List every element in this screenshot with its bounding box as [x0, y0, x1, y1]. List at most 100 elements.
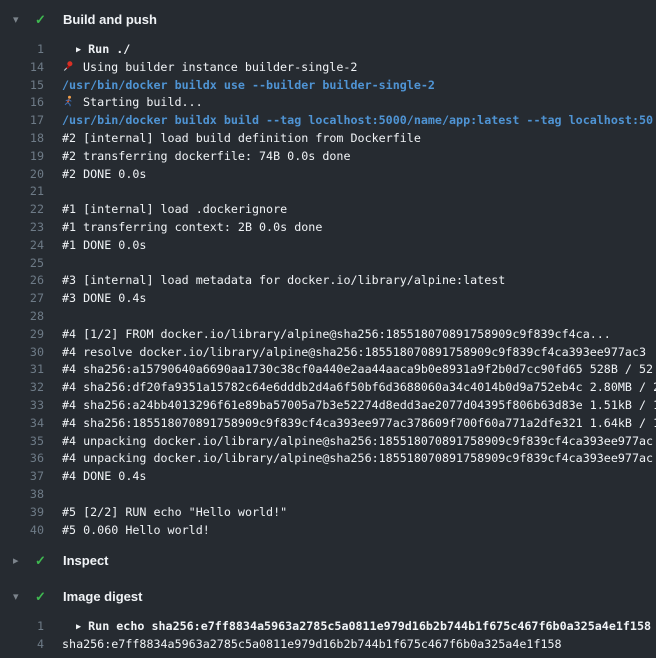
- log-line: 17/usr/bin/docker buildx build --tag loc…: [0, 112, 656, 130]
- chevron-right-icon[interactable]: ▸: [13, 551, 25, 571]
- log-line: 21: [0, 183, 656, 201]
- line-number: 1: [0, 618, 44, 636]
- section-header-image-digest[interactable]: ▾ ✓ Image digest: [0, 587, 656, 607]
- log-line: 16 Starting build...: [0, 94, 656, 112]
- section-build-and-push: ▾✓Build and push1▶Run ./14Using builder …: [0, 10, 656, 539]
- log-text-content: #4 sha256:a24bb4013296f61e89ba57005a7b3e…: [62, 398, 656, 412]
- log-text: #1 [internal] load .dockerignore: [62, 201, 287, 219]
- line-number: 29: [0, 326, 44, 344]
- log-text-content: #4 resolve docker.io/library/alpine@sha2…: [62, 345, 646, 359]
- log-line: 26#3 [internal] load metadata for docker…: [0, 272, 656, 290]
- expand-marker-icon[interactable]: ▶: [76, 619, 81, 636]
- log-text: #4 [1/2] FROM docker.io/library/alpine@s…: [62, 326, 611, 344]
- line-number: 39: [0, 504, 44, 522]
- line-number: 33: [0, 397, 44, 415]
- log-line: 18 #2 [internal] load build definition fr…: [0, 130, 656, 148]
- log-line: 1 ▶ Run echo sha256:e7ff8834a5963a2785c5a0…: [0, 618, 656, 636]
- line-number: 14: [0, 59, 44, 77]
- log-text-content: /usr/bin/docker buildx build --tag local…: [62, 113, 653, 127]
- line-number: 20: [0, 166, 44, 184]
- log-line: 22#1 [internal] load .dockerignore: [0, 201, 656, 219]
- line-number: 16: [0, 94, 44, 112]
- log-line: 15/usr/bin/docker buildx use --builder b…: [0, 77, 656, 95]
- log-text: #3 [internal] load metadata for docker.i…: [62, 272, 505, 290]
- log-line: 33 #4 sha256:a24bb4013296f61e89ba57005a7b…: [0, 397, 656, 415]
- log-text-content: #2 [internal] load build definition from…: [62, 131, 421, 145]
- log-text-content: #4 sha256:a15790640a6690aa1730c38cf0a440…: [62, 362, 653, 376]
- log-text: #4 DONE 0.4s: [62, 468, 146, 486]
- log-text-content: #1 transferring context: 2B 0.0s done: [62, 220, 322, 234]
- log-line: 24 #1 DONE 0.0s: [0, 237, 656, 255]
- log-text-content: #4 DONE 0.4s: [62, 469, 146, 483]
- log-text: /usr/bin/docker buildx use --builder bui…: [62, 77, 435, 95]
- log-text-content: #4 [1/2] FROM docker.io/library/alpine@s…: [62, 327, 611, 341]
- log-line: 36 #4 unpacking docker.io/library/alpine@…: [0, 450, 656, 468]
- log-text: Using builder instance builder-single-2: [62, 59, 357, 77]
- log-text-content: Using builder instance builder-single-2: [83, 60, 357, 74]
- log-text-content: Run echo sha256:e7ff8834a5963a2785c5a081…: [88, 619, 651, 633]
- line-number: 24: [0, 237, 44, 255]
- section-header-inspect[interactable]: ▸ ✓ Inspect: [0, 551, 656, 571]
- log-text-content: #5 [2/2] RUN echo "Hello world!": [62, 505, 287, 519]
- log-text: #2 transferring dockerfile: 74B 0.0s don…: [62, 148, 351, 166]
- line-number: 36: [0, 450, 44, 468]
- log-text: #2 DONE 0.0s: [62, 166, 146, 184]
- log-text-content: Run ./: [88, 42, 130, 56]
- log-line: 25: [0, 255, 656, 273]
- log-text: Starting build...: [62, 94, 203, 112]
- section-header-build-and-push[interactable]: ▾✓Build and push: [0, 10, 656, 30]
- log-line: 23 #1 transferring context: 2B 0.0s done: [0, 219, 656, 237]
- runner-icon: [62, 95, 76, 107]
- log-text-content: #4 sha256:185518070891758909c9f839cf4ca3…: [62, 416, 656, 430]
- log-text-content: #2 transferring dockerfile: 74B 0.0s don…: [62, 149, 351, 163]
- expand-marker-icon[interactable]: ▶: [76, 42, 81, 59]
- section-inspect: ▸ ✓ Inspect: [0, 551, 656, 571]
- log-text: #4 unpacking docker.io/library/alpine@sh…: [62, 433, 653, 451]
- log-text-content: #4 unpacking docker.io/library/alpine@sh…: [62, 451, 653, 465]
- line-number: 21: [0, 183, 44, 201]
- log-text: ▶ Run ./: [62, 41, 130, 59]
- log-line: 14 Using builder instance builder-single-…: [0, 59, 656, 77]
- log-text: #4 resolve docker.io/library/alpine@sha2…: [62, 344, 646, 362]
- check-icon: ✓: [35, 10, 49, 30]
- log-text: #4 unpacking docker.io/library/alpine@sh…: [62, 450, 653, 468]
- log-text: #1 DONE 0.0s: [62, 237, 146, 255]
- log-text-content: #2 DONE 0.0s: [62, 167, 146, 181]
- line-number: 23: [0, 219, 44, 237]
- line-number: 25: [0, 255, 44, 273]
- line-number: 18: [0, 130, 44, 148]
- log-text-content: #1 DONE 0.0s: [62, 238, 146, 252]
- log-line: 30 #4 resolve docker.io/library/alpine@sh…: [0, 344, 656, 362]
- log-text: #3 DONE 0.4s: [62, 290, 146, 308]
- line-number: 40: [0, 522, 44, 540]
- line-number: 34: [0, 415, 44, 433]
- log-line: 19#2 transferring dockerfile: 74B 0.0s d…: [0, 148, 656, 166]
- log-line: 38: [0, 486, 656, 504]
- line-number: 30: [0, 344, 44, 362]
- section-title: Image digest: [63, 587, 142, 607]
- log-line: 28: [0, 308, 656, 326]
- log-lines-image-digest: 1 ▶ Run echo sha256:e7ff8834a5963a2785c5a0…: [0, 618, 656, 654]
- log-text: #4 sha256:a15790640a6690aa1730c38cf0a440…: [62, 361, 653, 379]
- log-text: #4 sha256:185518070891758909c9f839cf4ca3…: [62, 415, 656, 433]
- log-text: sha256:e7ff8834a5963a2785c5a0811e979d16b…: [62, 636, 562, 654]
- line-number: 15: [0, 77, 44, 95]
- log-text: ▶ Run echo sha256:e7ff8834a5963a2785c5a08…: [62, 618, 651, 636]
- log-text-content: #1 [internal] load .dockerignore: [62, 202, 287, 216]
- log-text-content: sha256:e7ff8834a5963a2785c5a0811e979d16b…: [62, 637, 562, 651]
- line-number: 31: [0, 361, 44, 379]
- check-icon: ✓: [35, 587, 49, 607]
- log-line: 35#4 unpacking docker.io/library/alpine@…: [0, 433, 656, 451]
- check-icon: ✓: [35, 551, 49, 571]
- log-line: 32#4 sha256:df20fa9351a15782c64e6dddb2d4…: [0, 379, 656, 397]
- chevron-down-icon[interactable]: ▾: [13, 587, 25, 607]
- chevron-down-icon[interactable]: ▾: [13, 10, 25, 30]
- log-text-content: #4 unpacking docker.io/library/alpine@sh…: [62, 434, 653, 448]
- log-text: #5 0.060 Hello world!: [62, 522, 210, 540]
- line-number: 38: [0, 486, 44, 504]
- line-number: 28: [0, 308, 44, 326]
- pushpin-icon: [62, 60, 76, 72]
- log-text: #4 sha256:df20fa9351a15782c64e6dddb2d4a6…: [62, 379, 656, 397]
- log-text-content: #3 DONE 0.4s: [62, 291, 146, 305]
- section-title: Inspect: [63, 551, 109, 571]
